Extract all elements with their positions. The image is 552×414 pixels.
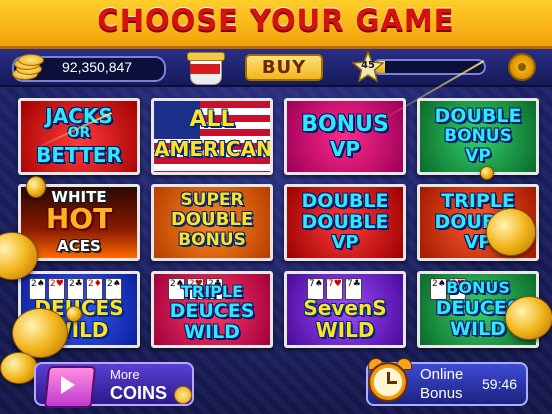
more-coins-button[interactable]: More COINS xyxy=(34,362,194,408)
game-title-line: DOUBLE xyxy=(301,190,389,212)
coin-icon xyxy=(174,386,192,404)
game-title-line: BONUS xyxy=(178,230,246,250)
game-tile-bonus-vp[interactable]: BONUS VP xyxy=(284,98,406,175)
game-title-line: DOUBLE xyxy=(301,211,389,233)
playing-cards: 2♠ 2♥ 2♣ 2♦ 2♠ xyxy=(29,278,122,300)
coin-stack-icon xyxy=(12,54,44,80)
game-title-line: DOUBLE xyxy=(170,209,254,230)
game-title-line: BONUS xyxy=(444,126,512,146)
game-title-line: SevenS xyxy=(303,296,387,320)
game-title-line: HOT xyxy=(45,202,113,235)
gold-coin-icon xyxy=(12,308,68,358)
coin-balance: 92,350,847 xyxy=(62,59,133,75)
gear-icon[interactable] xyxy=(508,53,536,81)
game-tile-all-american[interactable]: ALL AMERICAN xyxy=(151,98,273,175)
gold-coin-icon xyxy=(480,166,494,180)
game-title-line: AMERICAN xyxy=(154,137,273,161)
title-banner: CHOOSE YOUR GAME xyxy=(0,0,552,49)
game-title-line: BONUS xyxy=(446,278,510,297)
game-title-line: JACKS xyxy=(45,104,113,128)
game-title-line: DOUBLE xyxy=(434,105,522,127)
game-tile-triple-deuces-wild[interactable]: 2♠ 2♥ 2♣ TRIPLE DEUCES WILD xyxy=(151,271,273,348)
game-tile-jacks-or-better[interactable]: JACKS OR BETTER xyxy=(18,98,140,175)
alarm-clock-icon xyxy=(362,354,416,408)
gold-coin-icon xyxy=(505,296,552,340)
game-title-line: TRIPLE xyxy=(180,282,244,301)
online-bonus-label-top: Online xyxy=(420,366,464,383)
playing-cards: 7♠ 7♥ 7♣ xyxy=(307,278,362,300)
online-bonus-timer: 59:46 xyxy=(482,376,518,392)
game-tile-super-double-bonus[interactable]: SUPER DOUBLE BONUS xyxy=(151,184,273,261)
gold-coin-icon xyxy=(0,352,38,384)
game-tile-double-double-vp[interactable]: DOUBLE DOUBLE VP xyxy=(284,184,406,261)
game-title-line: VP xyxy=(465,146,491,166)
online-bonus-button[interactable]: Online Bonus 59:46 xyxy=(366,358,528,406)
more-coins-label-top: More xyxy=(110,367,140,382)
game-title-line: ACES xyxy=(57,237,101,255)
game-title-line: ALL xyxy=(189,107,235,132)
noodle-cup-icon[interactable] xyxy=(187,50,225,85)
video-play-icon xyxy=(40,358,97,408)
game-title-line: DEUCES xyxy=(169,300,255,322)
game-title-line: SUPER xyxy=(180,190,244,210)
page-title: CHOOSE YOUR GAME xyxy=(97,3,455,37)
game-tile-double-bonus-vp[interactable]: DOUBLE BONUS VP xyxy=(417,98,539,175)
game-title-line: WILD xyxy=(184,321,240,343)
gold-coin-icon xyxy=(66,306,82,322)
gold-coin-icon xyxy=(26,176,46,198)
game-title-line: WILD xyxy=(315,318,375,342)
gold-coin-icon xyxy=(486,208,536,256)
more-coins-label-bottom: COINS xyxy=(110,383,168,403)
game-title-line: VP xyxy=(329,137,361,161)
online-bonus-label-bottom: Bonus xyxy=(420,385,463,402)
game-title-line: VP xyxy=(331,232,359,253)
level-number: 45 xyxy=(361,60,375,71)
game-tile-sevens-wild[interactable]: 7♠ 7♥ 7♣ SevenS WILD xyxy=(284,271,406,348)
buy-button[interactable]: BUY xyxy=(245,54,323,81)
